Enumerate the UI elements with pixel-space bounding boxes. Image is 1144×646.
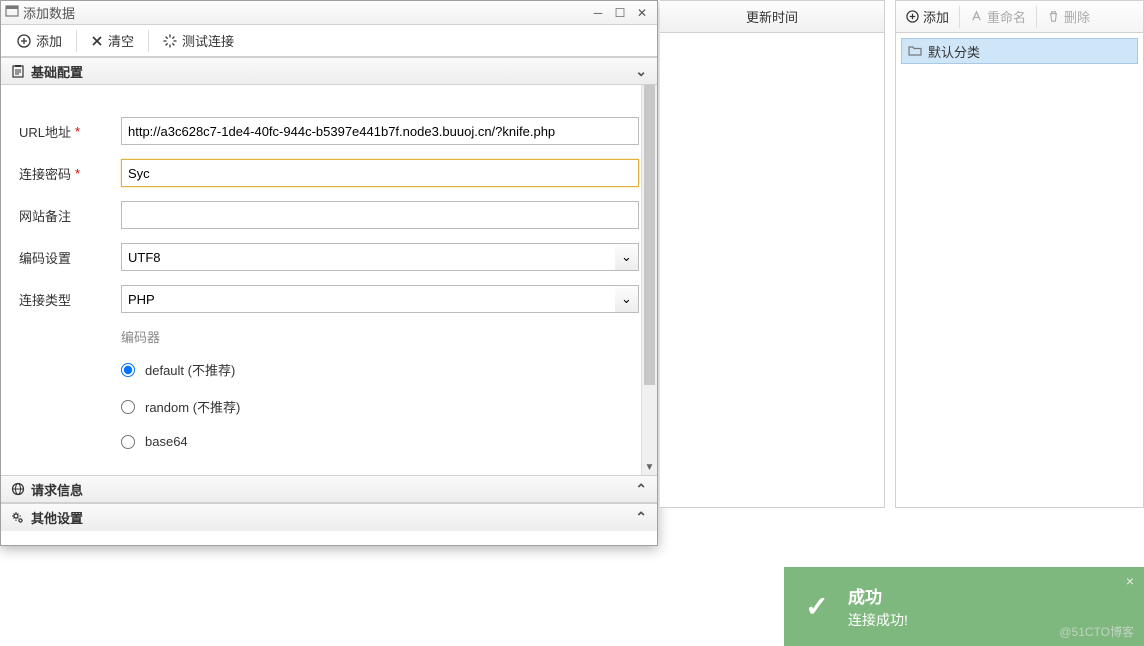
encoder-label: random (不推荐): [145, 397, 240, 416]
basic-config-accordion[interactable]: 基础配置 ⌄: [1, 57, 657, 85]
category-rename-button[interactable]: 重命名: [960, 1, 1036, 32]
other-settings-label: 其他设置: [31, 508, 83, 527]
password-label: 连接密码*: [19, 164, 121, 183]
password-input[interactable]: [121, 159, 639, 187]
category-toolbar: 添加 重命名 删除: [896, 1, 1143, 33]
encoder-title: 编码器: [121, 327, 639, 346]
request-info-label: 请求信息: [31, 480, 83, 499]
basic-config-label: 基础配置: [31, 62, 83, 81]
dialog-title: 添加数据: [23, 3, 75, 22]
chevron-up-icon: ⌃: [635, 481, 647, 498]
test-label: 测试连接: [182, 31, 234, 50]
font-icon: [970, 10, 983, 23]
clipboard-icon: [11, 64, 25, 78]
browser-icon: [11, 482, 25, 496]
encoder-option-default[interactable]: default (不推荐): [121, 360, 639, 379]
folder-icon: [908, 43, 922, 60]
chevron-down-icon: ⌄: [635, 63, 647, 80]
minimize-button[interactable]: ─: [587, 4, 609, 22]
encoder-label: base64: [145, 434, 188, 449]
maximize-button[interactable]: ☐: [609, 4, 631, 22]
close-button[interactable]: ✕: [631, 4, 653, 22]
success-toast: ✓ 成功 连接成功! × @51CTO博客: [784, 567, 1144, 646]
encoder-option-base64[interactable]: base64: [121, 434, 639, 449]
encoding-label: 编码设置: [19, 248, 121, 267]
test-connection-button[interactable]: 测试连接: [151, 25, 246, 56]
check-icon: ✓: [802, 592, 832, 622]
category-delete-label: 删除: [1064, 7, 1090, 26]
gears-icon: [11, 511, 25, 525]
watermark: @51CTO博客: [1059, 623, 1134, 640]
type-select[interactable]: [121, 285, 615, 313]
add-label: 添加: [36, 31, 62, 50]
encoder-radio[interactable]: [121, 400, 135, 414]
required-mark: *: [75, 124, 80, 139]
category-label: 默认分类: [928, 42, 980, 61]
scroll-down-icon[interactable]: ▼: [642, 459, 657, 475]
encoder-option-random[interactable]: random (不推荐): [121, 397, 639, 416]
url-input[interactable]: [121, 117, 639, 145]
category-delete-button[interactable]: 删除: [1037, 1, 1100, 32]
encoder-label: default (不推荐): [145, 360, 235, 379]
encoding-select[interactable]: [121, 243, 615, 271]
toast-message: 连接成功!: [848, 610, 908, 630]
category-add-button[interactable]: 添加: [896, 1, 959, 32]
other-settings-accordion[interactable]: 其他设置 ⌃: [1, 503, 657, 531]
scrollbar-track[interactable]: ▲ ▼: [641, 85, 657, 475]
dialog-titlebar[interactable]: 添加数据 ─ ☐ ✕: [1, 1, 657, 25]
clear-label: 清空: [108, 31, 134, 50]
category-panel: 添加 重命名 删除 默认分类: [895, 0, 1144, 508]
spinner-icon: [163, 34, 177, 48]
separator: [76, 30, 77, 52]
category-add-label: 添加: [923, 7, 949, 26]
update-time-header[interactable]: 更新时间: [660, 1, 884, 33]
chevron-up-icon: ⌃: [635, 509, 647, 526]
category-item-default[interactable]: 默认分类: [901, 38, 1138, 64]
note-input[interactable]: [121, 201, 639, 229]
window-icon: [5, 4, 19, 21]
encoder-radio[interactable]: [121, 435, 135, 449]
plus-circle-icon: [906, 10, 919, 23]
scrollbar-thumb[interactable]: [644, 85, 655, 385]
dialog-toolbar: 添加 清空 测试连接: [1, 25, 657, 57]
x-icon: [91, 35, 103, 47]
toast-title: 成功: [848, 583, 908, 608]
category-rename-label: 重命名: [987, 7, 1026, 26]
toast-close-button[interactable]: ×: [1126, 573, 1134, 589]
clear-button[interactable]: 清空: [79, 25, 146, 56]
plus-circle-icon: [17, 34, 31, 48]
encoding-dropdown-button[interactable]: ⌄: [615, 243, 639, 271]
type-dropdown-button[interactable]: ⌄: [615, 285, 639, 313]
form-body: ▲ ▼ URL地址* 连接密码* 网站备注 编码设: [1, 85, 657, 475]
type-label: 连接类型: [19, 290, 121, 309]
request-info-accordion[interactable]: 请求信息 ⌃: [1, 475, 657, 503]
chevron-down-icon: ⌄: [621, 249, 632, 265]
encoder-radio[interactable]: [121, 363, 135, 377]
update-time-panel: 更新时间: [660, 0, 885, 508]
separator: [148, 30, 149, 52]
add-button[interactable]: 添加: [5, 25, 74, 56]
required-mark: *: [75, 166, 80, 181]
add-data-dialog: 添加数据 ─ ☐ ✕ 添加 清空 测试连接: [0, 0, 658, 546]
url-label: URL地址*: [19, 122, 121, 141]
chevron-down-icon: ⌄: [621, 291, 632, 307]
trash-icon: [1047, 10, 1060, 23]
note-label: 网站备注: [19, 206, 121, 225]
